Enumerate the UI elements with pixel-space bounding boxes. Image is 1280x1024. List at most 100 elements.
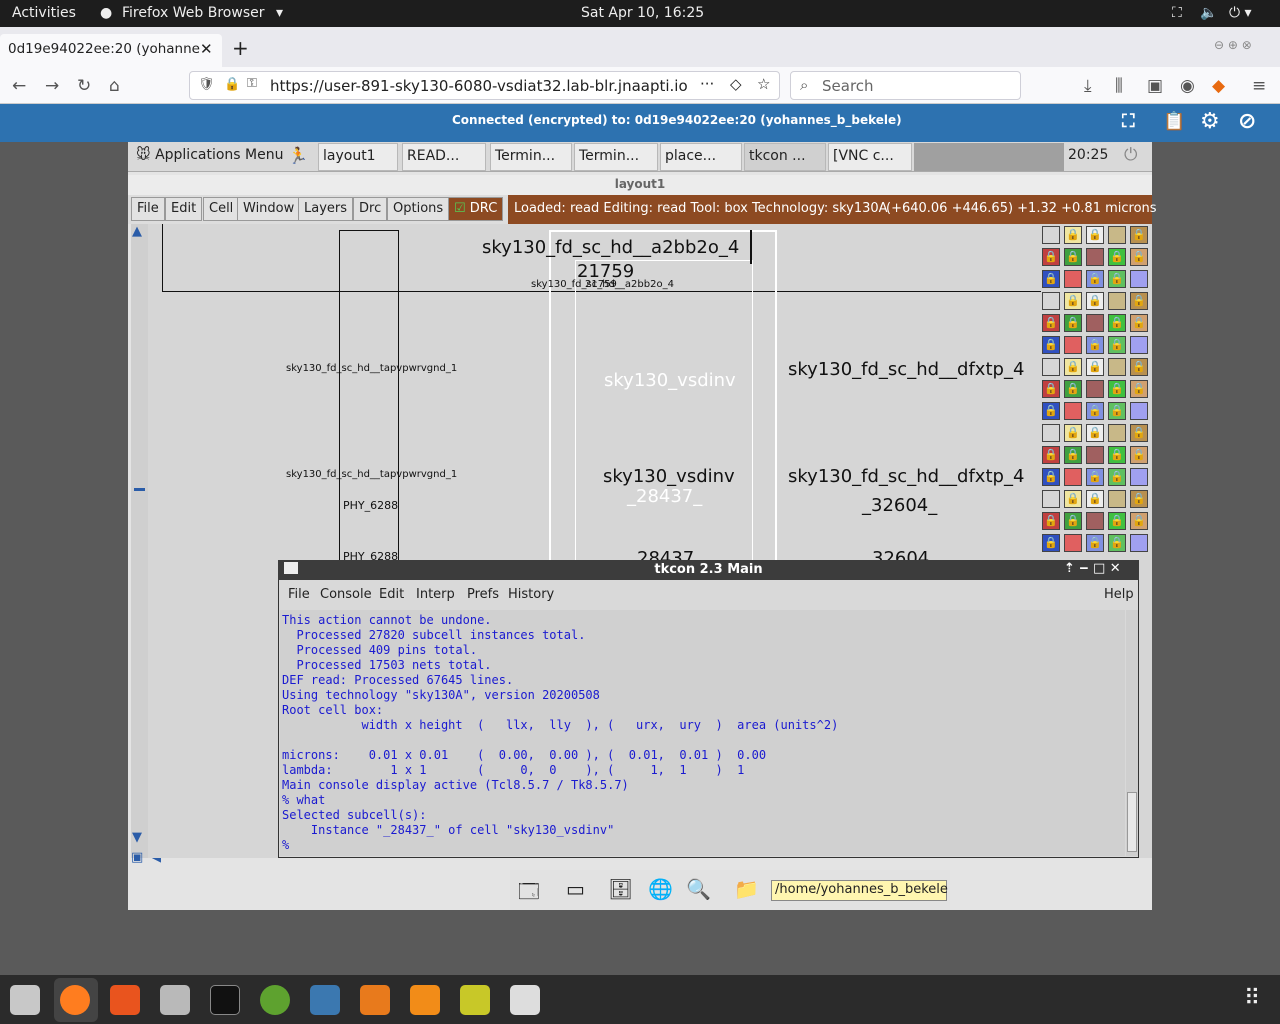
more-icon[interactable]: ··· bbox=[700, 75, 714, 93]
forward-icon[interactable]: → bbox=[45, 76, 59, 96]
layer-swatch[interactable]: 🔒 bbox=[1042, 468, 1060, 486]
scroll-thumb[interactable] bbox=[134, 488, 145, 491]
task-place[interactable]: place... bbox=[660, 143, 742, 171]
layer-swatch[interactable]: 🔒 bbox=[1108, 534, 1126, 552]
task-layout1[interactable]: layout1 bbox=[318, 143, 398, 171]
settings-icon[interactable]: ⚙ bbox=[1200, 109, 1220, 134]
tk-menu-prefs[interactable]: Prefs bbox=[467, 587, 499, 602]
tk-menu-help[interactable]: Help bbox=[1104, 587, 1134, 602]
file-manager-icon[interactable]: 🗄 bbox=[608, 877, 633, 901]
layer-swatch[interactable]: 🔒 bbox=[1086, 424, 1104, 442]
tk-menu-console[interactable]: Console bbox=[320, 587, 372, 602]
layer-swatch[interactable]: 🔒 bbox=[1064, 446, 1082, 464]
layer-swatch[interactable] bbox=[1086, 380, 1104, 398]
layer-swatch[interactable]: 🔒 bbox=[1086, 490, 1104, 508]
layer-swatch[interactable]: 🔒 bbox=[1042, 402, 1060, 420]
search-input[interactable]: ⌕ Search bbox=[790, 71, 1021, 100]
layer-swatch[interactable]: 🔒 bbox=[1108, 402, 1126, 420]
layer-swatch[interactable]: 🔒 bbox=[1064, 358, 1082, 376]
scroll-down-icon[interactable]: ▼ bbox=[132, 830, 142, 845]
fullscreen-icon[interactable]: ⛶ bbox=[1122, 111, 1135, 132]
layer-swatch[interactable]: 🔒 bbox=[1108, 270, 1126, 288]
hamburger-menu-icon[interactable]: ≡ bbox=[1252, 76, 1266, 96]
software-app-icon[interactable] bbox=[110, 985, 140, 1015]
layer-swatch[interactable] bbox=[1108, 424, 1126, 442]
search-icon[interactable]: 🔍 bbox=[686, 877, 711, 901]
layer-swatch[interactable] bbox=[1130, 468, 1148, 486]
console-scrollbar[interactable] bbox=[1126, 610, 1138, 856]
menu-options[interactable]: Options bbox=[387, 197, 450, 221]
klayout-app-icon[interactable] bbox=[360, 985, 390, 1015]
window-controls-icon[interactable]: ⇡ ‒ □ ✕ bbox=[1064, 561, 1121, 576]
layer-swatch[interactable]: 🔒 bbox=[1042, 314, 1060, 332]
settings-app-icon[interactable] bbox=[160, 985, 190, 1015]
layer-swatch[interactable] bbox=[1042, 424, 1060, 442]
layer-swatch[interactable]: 🔒 bbox=[1108, 380, 1126, 398]
layer-swatch[interactable] bbox=[1108, 292, 1126, 310]
layer-swatch[interactable]: 🔒 bbox=[1042, 380, 1060, 398]
tk-menu-file[interactable]: File bbox=[288, 587, 310, 602]
clock[interactable]: Sat Apr 10, 16:25 bbox=[581, 5, 704, 21]
layer-swatch[interactable]: 🔒 bbox=[1042, 336, 1060, 354]
layer-swatch[interactable]: 🔒 bbox=[1108, 248, 1126, 266]
show-apps-icon[interactable]: ⠿ bbox=[1244, 986, 1260, 1011]
layer-swatch[interactable] bbox=[1042, 358, 1060, 376]
applications-menu-button[interactable]: 🐭 Applications Menu bbox=[132, 143, 312, 171]
layer-swatch[interactable]: 🔒 bbox=[1064, 314, 1082, 332]
layer-swatch[interactable] bbox=[1108, 358, 1126, 376]
layer-swatch[interactable]: 🔒 bbox=[1108, 512, 1126, 530]
task-tkcon[interactable]: tkcon ... bbox=[744, 143, 826, 171]
layer-swatch[interactable]: 🔒 bbox=[1042, 512, 1060, 530]
console-scroll-thumb[interactable] bbox=[1127, 792, 1137, 852]
tk-menu-edit[interactable]: Edit bbox=[379, 587, 404, 602]
extension-icon[interactable]: ◆ bbox=[1212, 76, 1225, 96]
layer-swatch[interactable]: 🔒 bbox=[1086, 468, 1104, 486]
layer-swatch[interactable] bbox=[1086, 248, 1104, 266]
files-app-icon[interactable] bbox=[10, 985, 40, 1015]
power-icon[interactable]: ⏻ bbox=[1124, 145, 1137, 165]
task-terminal-2[interactable]: Termin... bbox=[574, 143, 658, 171]
key-icon[interactable]: ⚿ bbox=[247, 76, 257, 91]
layer-swatch[interactable]: 🔒 bbox=[1108, 468, 1126, 486]
layer-swatch[interactable]: 🔒 bbox=[1086, 292, 1104, 310]
path-input[interactable]: /home/yohannes_b_bekele bbox=[771, 880, 948, 901]
bookmark-star-icon[interactable]: ☆ bbox=[757, 75, 770, 93]
drc-toggle[interactable]: ☑ DRC bbox=[448, 197, 504, 221]
layer-swatch[interactable]: 🔒 bbox=[1130, 424, 1148, 442]
network-icon[interactable]: ⛶ bbox=[1172, 5, 1182, 21]
desktop-icon[interactable]: 🗔 bbox=[518, 877, 540, 911]
web-browser-icon[interactable]: 🌐 bbox=[648, 877, 673, 901]
layer-swatch[interactable] bbox=[1064, 270, 1082, 288]
volume-icon[interactable]: 🔈 bbox=[1200, 5, 1217, 21]
layer-swatch[interactable] bbox=[1086, 314, 1104, 332]
layer-swatch[interactable]: 🔒 bbox=[1130, 446, 1148, 464]
terminal-app-icon[interactable] bbox=[210, 985, 240, 1015]
layer-swatch[interactable]: 🔒 bbox=[1064, 424, 1082, 442]
app-menu[interactable]: Firefox Web Browser bbox=[122, 5, 265, 21]
layer-swatch[interactable] bbox=[1130, 402, 1148, 420]
layer-swatch[interactable] bbox=[1064, 468, 1082, 486]
layer-swatch[interactable] bbox=[1130, 336, 1148, 354]
back-icon[interactable]: ← bbox=[12, 76, 26, 96]
pdf-app-icon[interactable] bbox=[410, 985, 440, 1015]
layer-swatch[interactable]: 🔒 bbox=[1064, 490, 1082, 508]
layer-swatch[interactable]: 🔒 bbox=[1064, 380, 1082, 398]
layer-swatch[interactable]: 🔒 bbox=[1108, 336, 1126, 354]
disconnect-icon[interactable]: ⊘ bbox=[1238, 109, 1256, 134]
reload-icon[interactable]: ↻ bbox=[77, 76, 91, 96]
layer-swatch[interactable] bbox=[1130, 534, 1148, 552]
layer-swatch[interactable]: 🔒 bbox=[1086, 336, 1104, 354]
layer-swatch[interactable] bbox=[1042, 226, 1060, 244]
remote-desktop-app-icon[interactable] bbox=[260, 985, 290, 1015]
layer-swatch[interactable]: 🔒 bbox=[1064, 248, 1082, 266]
menu-drc[interactable]: Drc bbox=[353, 197, 388, 221]
workspace-switcher[interactable] bbox=[914, 143, 1064, 171]
firefox-app-icon[interactable] bbox=[60, 985, 90, 1015]
tk-menu-history[interactable]: History bbox=[508, 587, 554, 602]
inkscape-app-icon[interactable] bbox=[460, 985, 490, 1015]
vertical-scrollbar[interactable]: ▲ ▼ bbox=[131, 224, 148, 858]
home-icon[interactable]: ⌂ bbox=[109, 76, 120, 96]
menu-window[interactable]: Window bbox=[237, 197, 301, 221]
lock-icon[interactable]: 🔒 bbox=[224, 77, 240, 92]
layer-swatch[interactable]: 🔒 bbox=[1086, 534, 1104, 552]
